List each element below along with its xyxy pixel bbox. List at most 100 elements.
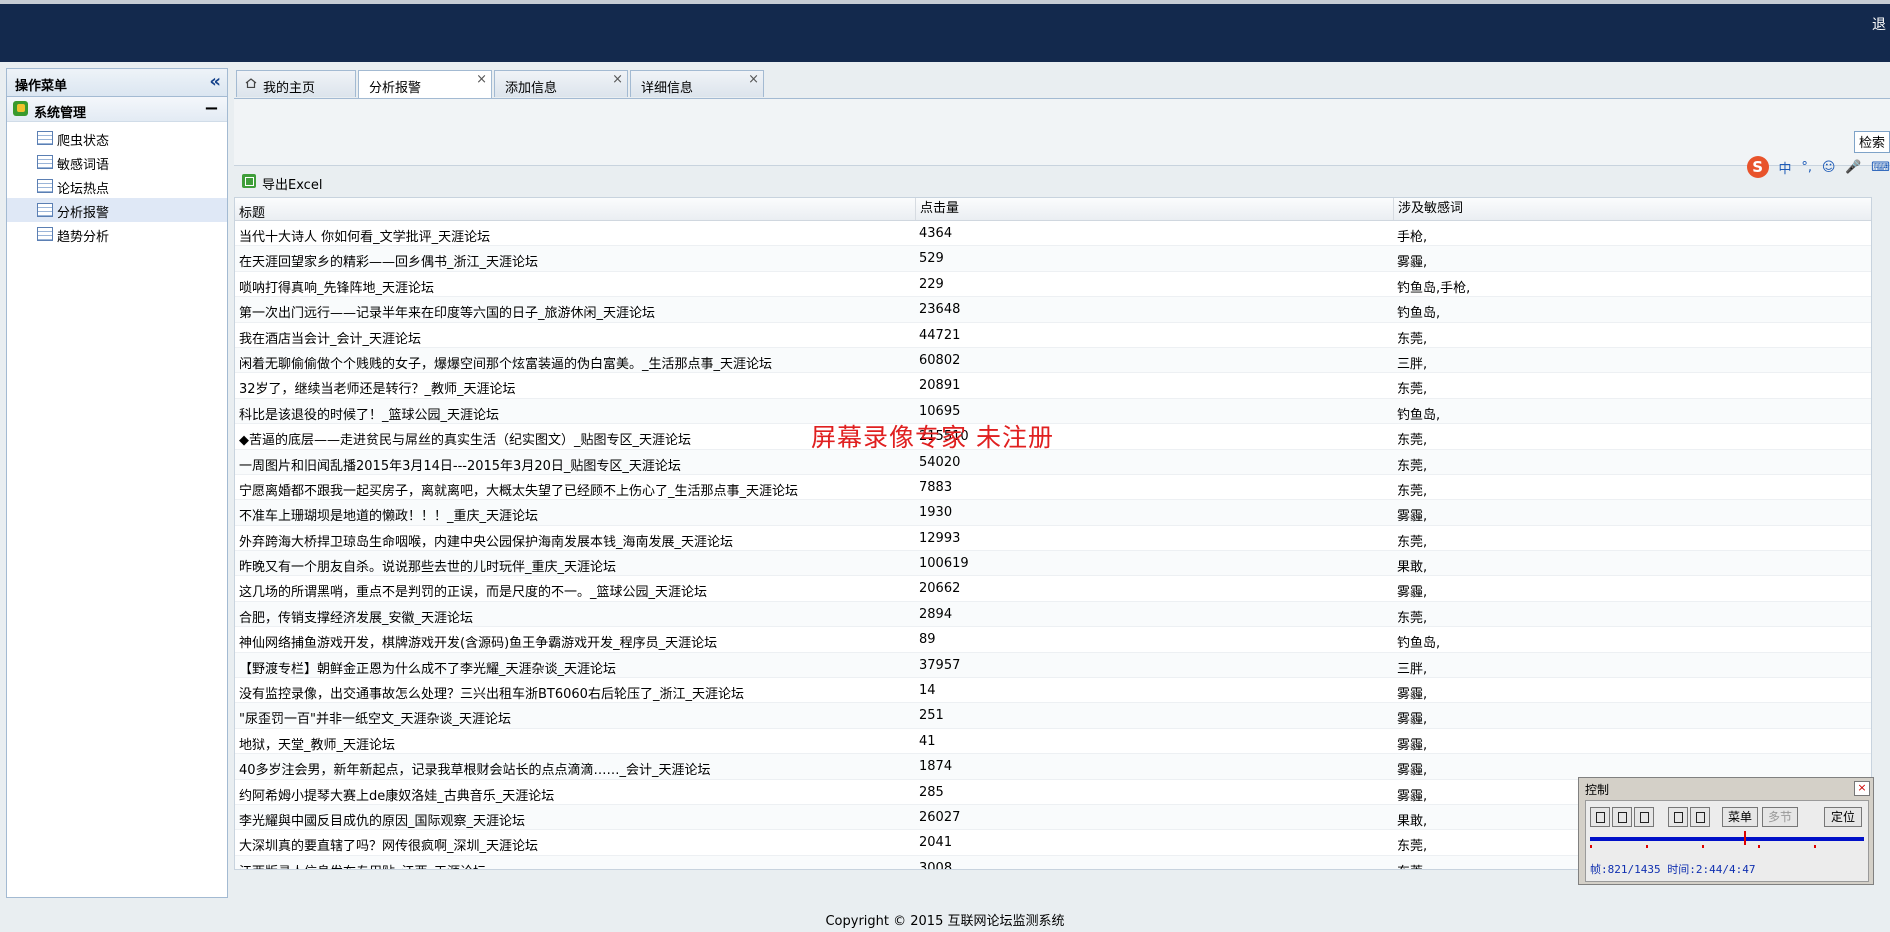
cell-title: 合肥，传销支撑经济发展_安徽_天涯论坛	[239, 610, 474, 626]
grid-body: 当代十大诗人 你如何看_文学批评_天涯论坛 4364 手枪, 在天涯回望家乡的精彩——…	[235, 221, 1871, 869]
grid-header: 标题 点击量 涉及敏感词	[235, 198, 1871, 221]
tab-analysis-alerts[interactable]: 分析报警 ×	[358, 70, 492, 98]
cell-keywords: 果敢,	[1397, 813, 1428, 829]
locate-button[interactable]: 定位	[1824, 807, 1862, 827]
table-row[interactable]: 闲着无聊偷偷做个个贱贱的女子，爆爆空间那个炫富装逼的伪白富美。_生活那点事_天涯…	[235, 347, 1871, 374]
close-tab-icon[interactable]: ×	[612, 72, 623, 87]
frame-time-info: 帧:821/1435 时间:2:44/4:47	[1590, 863, 1756, 876]
playback-position-marker[interactable]	[1744, 831, 1746, 845]
cell-title: 第一次出门远行——记录半年来在印度等六国的日子_旅游休闲_天涯论坛	[239, 306, 656, 322]
pause-icon[interactable]	[1590, 807, 1610, 827]
cell-clicks: 229	[919, 276, 944, 292]
logout-link[interactable]: 退	[1872, 14, 1886, 34]
tab-add-info[interactable]: 添加信息 ×	[494, 70, 628, 97]
cell-keywords: 三胖,	[1397, 356, 1428, 372]
cell-title: 江西版寻人信息发布专用贴_江西_天涯论坛	[239, 861, 486, 869]
table-row[interactable]: 在天涯回望家乡的精彩——回乡偶书_浙江_天涯论坛 529 雾霾,	[235, 246, 1871, 272]
menu-group-label: 系统管理	[34, 106, 87, 121]
cell-clicks: 44721	[919, 327, 961, 343]
table-icon	[37, 131, 53, 145]
tab-home[interactable]: 我的主页	[236, 70, 356, 97]
top-banner: 退	[0, 0, 1890, 62]
cell-title: 没有监控录像，出交通事故怎么处理？三兴出租车浙BT6060右后轮压了_浙江_天涯…	[239, 687, 744, 703]
sidebar-item-forum-hotspots[interactable]: 论坛热点	[7, 174, 227, 198]
cell-keywords: 东莞,	[1397, 861, 1427, 869]
sidebar-item-crawler-status[interactable]: 爬虫状态	[7, 126, 227, 150]
recorder-watermark: 屏幕录像专家 未注册	[811, 423, 1054, 452]
table-row[interactable]: 昨晚又有一个朋友自杀。说说那些去世的儿时玩伴_重庆_天涯论坛 100619 果敢,	[235, 551, 1871, 577]
table-row[interactable]: 神仙网络捕鱼游戏开发，棋牌游戏开发(含源码)鱼王争霸游戏开发_程序员_天涯论坛 8…	[235, 627, 1871, 653]
table-row[interactable]: 第一次出门远行——记录半年来在印度等六国的日子_旅游休闲_天涯论坛 23648 钓鱼…	[235, 297, 1871, 323]
cell-keywords: 钓鱼岛,	[1397, 636, 1441, 652]
sidebar-item-analysis-alerts[interactable]: 分析报警	[7, 198, 227, 222]
cell-keywords: 钓鱼岛,	[1397, 306, 1441, 322]
export-excel-button[interactable]: 导出Excel	[262, 174, 322, 193]
table-row[interactable]: 当代十大诗人 你如何看_文学批评_天涯论坛 4364 手枪,	[235, 221, 1871, 247]
close-tab-icon[interactable]: ×	[476, 72, 487, 87]
table-row[interactable]: "尿歪罚一百"并非一纸空文_天涯杂谈_天涯论坛 251 雾霾,	[235, 703, 1871, 729]
cell-keywords: 雾霾,	[1397, 585, 1428, 601]
fullscreen-icon[interactable]	[1690, 807, 1710, 827]
search-button[interactable]: 检索	[1854, 131, 1890, 153]
table-row[interactable]: 32岁了，继续当老师还是转行？_教师_天涯论坛 20891 东莞,	[235, 373, 1871, 399]
table-row[interactable]: 【野渡专栏】朝鲜金正恩为什么成不了李光耀_天涯杂谈_天涯论坛 37957 三胖,	[235, 652, 1871, 679]
sidebar-item-trend-analysis[interactable]: 趋势分析	[7, 222, 227, 246]
cell-title: 当代十大诗人 你如何看_文学批评_天涯论坛	[239, 230, 491, 245]
collapse-group-icon[interactable]: −	[204, 98, 219, 119]
menu-button[interactable]: 菜单	[1722, 807, 1758, 827]
table-row[interactable]: 我在酒店当会计_会计_天涯论坛 44721 东莞,	[235, 323, 1871, 348]
cell-keywords: 雾霾,	[1397, 509, 1428, 525]
cell-clicks: 60802	[919, 352, 961, 368]
sidebar-item-sensitive-words[interactable]: 敏感词语	[7, 150, 227, 174]
multi-section-button[interactable]: 多节	[1762, 807, 1798, 827]
cell-title: 闲着无聊偷偷做个个贱贱的女子，爆爆空间那个炫富装逼的伪白富美。_生活那点事_天涯…	[239, 356, 773, 372]
footer-copyright: Copyright © 2015 互联网论坛监测系统	[825, 914, 1065, 929]
next-icon[interactable]	[1634, 807, 1654, 827]
column-header-title[interactable]: 标题	[239, 202, 265, 221]
cell-keywords: 雾霾,	[1397, 737, 1428, 753]
table-icon	[37, 155, 53, 169]
browser-strip	[0, 0, 1890, 4]
stop-icon[interactable]	[1612, 807, 1632, 827]
table-row[interactable]: 外弃跨海大桥捍卫琼岛生命咽喉，内建中央公园保护海南发展本钱_海南发展_天涯论坛 1…	[235, 526, 1871, 552]
tab-detail-info[interactable]: 详细信息 ×	[630, 70, 764, 97]
cell-title: 在天涯回望家乡的精彩——回乡偶书_浙江_天涯论坛	[239, 255, 539, 271]
close-tab-icon[interactable]: ×	[748, 72, 759, 87]
cell-keywords: 东莞,	[1397, 534, 1428, 550]
cell-clicks: 2894	[919, 606, 953, 622]
table-row[interactable]: 40多岁注会男，新年新起点，记录我草根财会站长的点点滴滴……_会计_天涯论坛 18…	[235, 754, 1871, 780]
column-header-keywords[interactable]: 涉及敏感词	[1393, 198, 1463, 220]
cell-clicks: 41	[919, 733, 936, 749]
table-row[interactable]: 这几场的所谓黑哨，重点不是判罚的正误，而是尺度的不一。_篮球公园_天涯论坛 206…	[235, 576, 1871, 602]
cell-title: 一周图片和旧闻乱播2015年3月14日---2015年3月20日_贴图专区_天涯…	[239, 458, 681, 474]
close-icon[interactable]: ×	[1854, 781, 1870, 796]
cell-keywords: 东莞,	[1397, 458, 1428, 474]
system-management-icon	[13, 101, 28, 116]
cell-title: 40多岁注会男，新年新起点，记录我草根财会站长的点点滴滴……_会计_天涯论坛	[239, 763, 711, 779]
cell-clicks: 529	[919, 251, 944, 267]
table-row[interactable]: 没有监控录像，出交通事故怎么处理？三兴出租车浙BT6060右后轮压了_浙江_天涯…	[235, 678, 1871, 704]
cell-keywords: 雾霾,	[1397, 763, 1428, 779]
cell-keywords: 东莞,	[1397, 483, 1428, 499]
table-icon	[37, 179, 53, 193]
cell-title: 不准车上珊瑚坝是地道的懒政！！！_重庆_天涯论坛	[239, 509, 539, 525]
cell-title: 科比是该退役的时候了！_篮球公园_天涯论坛	[239, 407, 500, 423]
table-row[interactable]: 不准车上珊瑚坝是地道的懒政！！！_重庆_天涯论坛 1930 雾霾,	[235, 500, 1871, 526]
table-row[interactable]: 宁愿离婚都不跟我一起买房子，离就离吧，大概太失望了已经顾不上伤心了_生活那点事_…	[235, 475, 1871, 501]
cell-clicks: 23648	[919, 302, 961, 318]
cell-keywords: 东莞,	[1397, 382, 1428, 398]
table-row[interactable]: 地狱，天堂_教师_天涯论坛 41 雾霾,	[235, 729, 1871, 755]
column-header-clicks[interactable]: 点击量	[915, 198, 959, 220]
home-icon	[245, 78, 257, 88]
collapse-sidebar-icon[interactable]: «	[209, 71, 221, 92]
table-row[interactable]: 合肥，传销支撑经济发展_安徽_天涯论坛 2894 东莞,	[235, 601, 1871, 628]
cell-keywords: 雾霾,	[1397, 687, 1428, 703]
fit-window-icon[interactable]	[1668, 807, 1688, 827]
cell-title: 外弃跨海大桥捍卫琼岛生命咽喉，内建中央公园保护海南发展本钱_海南发展_天涯论坛	[239, 534, 734, 550]
playback-track[interactable]	[1590, 837, 1864, 841]
cell-clicks: 7883	[919, 479, 953, 495]
table-row[interactable]: 唢呐打得真响_先锋阵地_天涯论坛 229 钓鱼岛,手枪,	[235, 272, 1871, 298]
menu-group-system[interactable]: 系统管理 −	[7, 97, 227, 122]
cell-clicks: 100619	[919, 556, 969, 572]
cell-title: ◆苦逼的底层——走进贫民与屌丝的真实生活（纪实图文）_贴图专区_天涯论坛	[239, 433, 691, 449]
